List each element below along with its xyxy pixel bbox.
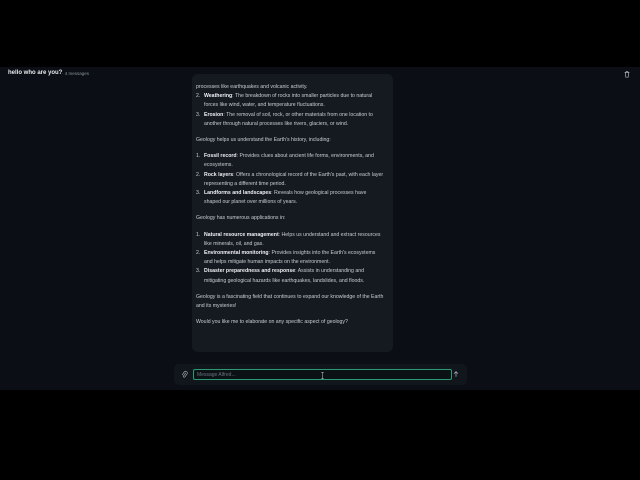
list-term: Fossil record [204,153,237,160]
list-number: 3. [196,111,201,118]
list-item: 2. Rock layers: Offers a chronological re… [196,171,384,189]
list-text: : The removal of soil, rock, or other ma… [204,111,373,127]
list-number: 3. [196,190,201,197]
list-item: 3. Disaster preparedness and response: As… [196,267,384,285]
list-item: 2. Environmental monitoring: Provides ins… [196,249,384,267]
list-item: 2. Weathering: The breakdown of rocks int… [196,92,384,110]
chat-title: hello who are you? [8,70,63,76]
chat-app: hello who are you? · 4 messages processe… [0,67,640,390]
list-number: 2. [196,93,201,100]
list-term: Erosion [204,111,224,118]
message-paragraph: Geology has numerous applications in: [196,215,286,222]
list-item: 1. Natural resource management: Helps us … [196,231,384,249]
list-number: 1. [196,153,201,160]
list-term: Landforms and landscapes [204,190,272,197]
list-term: Environmental monitoring [204,250,269,257]
list-term: Rock layers [204,171,234,178]
message-paragraph: Geology helps us understand the Earth's … [196,137,331,144]
paperclip-icon[interactable] [181,370,188,379]
list-item: 3. Erosion: The removal of soil, rock, or… [196,111,384,129]
list-number: 1. [196,231,201,238]
list-term: Disaster preparedness and response [204,268,296,275]
message-top-line: processes like earthquakes and volcanic … [196,84,308,90]
assistant-message: processes like earthquakes and volcanic … [192,74,393,352]
message-paragraph: Would you like me to elaborate on any sp… [196,319,348,326]
message-body: processes like earthquakes and volcanic … [196,84,384,327]
trash-icon[interactable] [623,70,631,78]
list-item: 1. Fossil record: Provides clues about an… [196,152,384,170]
message-paragraph: Geology is a fascinating field that cont… [196,293,384,310]
list-term: Natural resource management [204,231,279,238]
message-list-3: 1. Natural resource management: Helps us … [196,231,384,286]
text-cursor-icon [321,372,324,379]
arrow-up-icon[interactable] [452,370,460,378]
list-number: 2. [196,171,201,178]
message-count: · 4 messages [62,71,90,76]
list-item: 3. Landforms and landscapes: Reveals how … [196,189,384,207]
message-list-1: 2. Weathering: The breakdown of rocks int… [196,92,384,129]
list-term: Weathering [204,93,233,100]
message-list-2: 1. Fossil record: Provides clues about an… [196,152,384,207]
list-number: 2. [196,250,201,257]
list-number: 3. [196,268,201,275]
